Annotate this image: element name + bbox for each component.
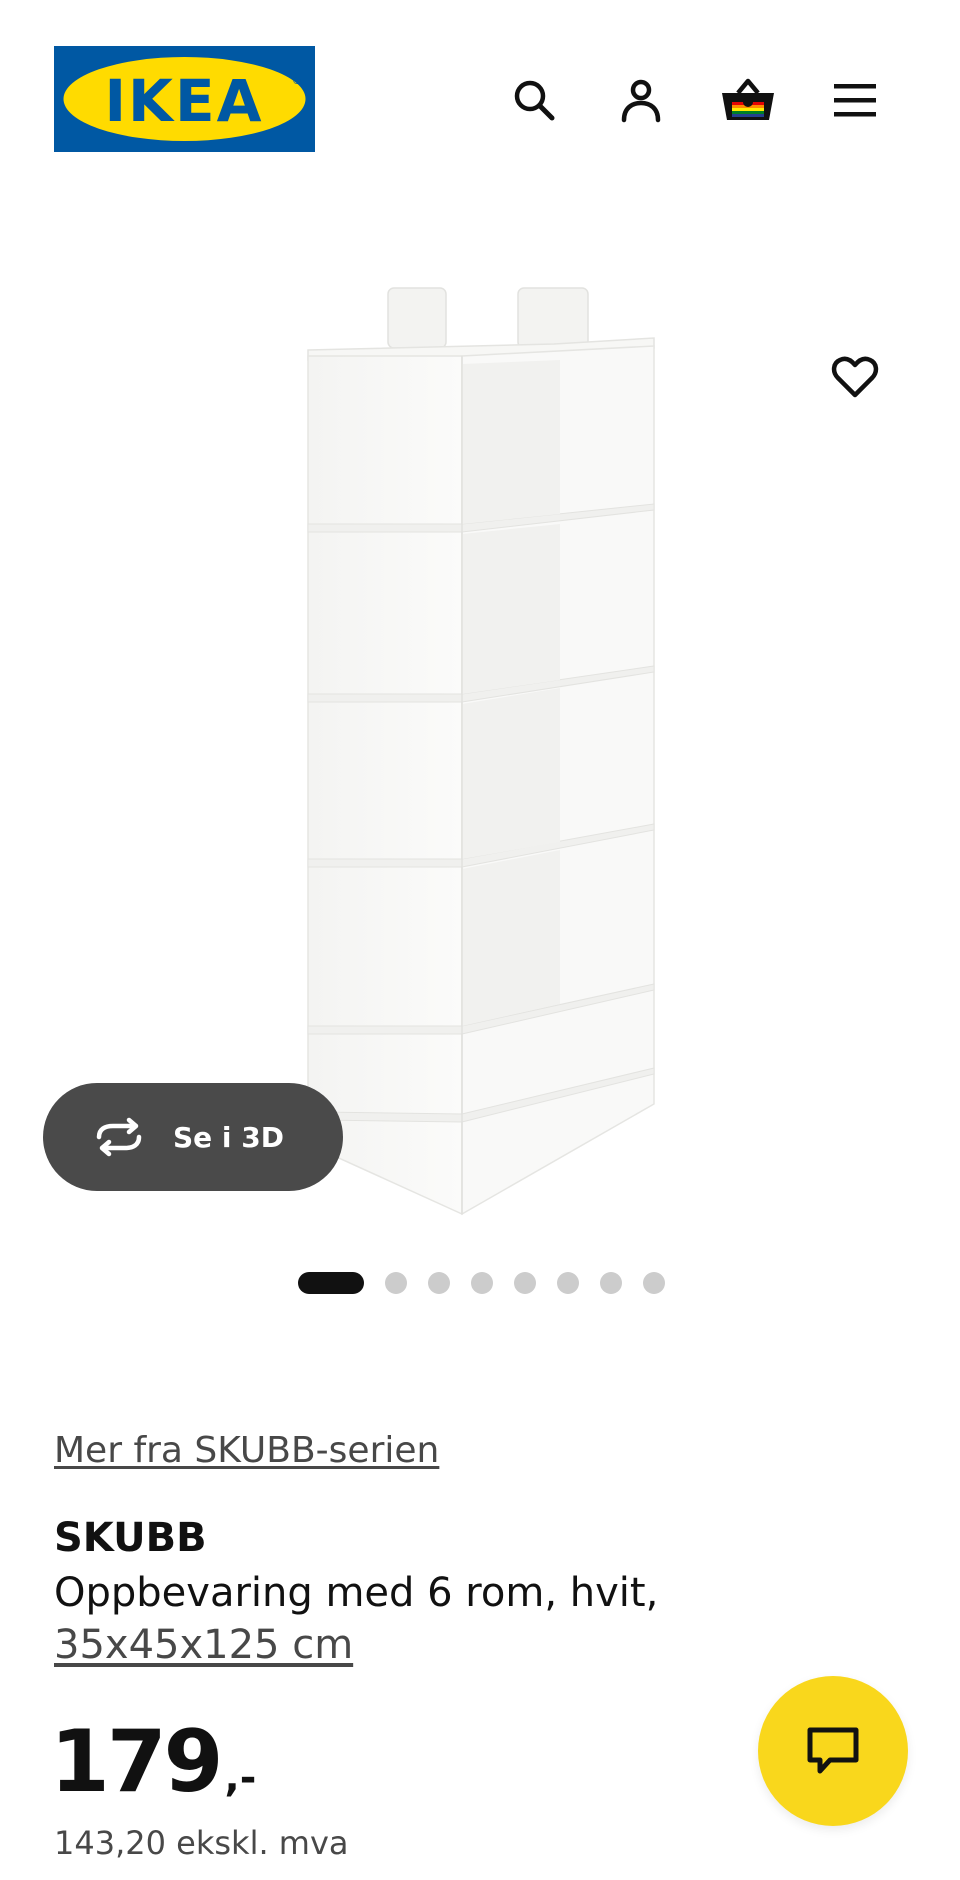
pagination-dot[interactable] [600, 1272, 622, 1294]
price: 179 ,- [50, 1712, 256, 1812]
view-3d-button[interactable]: Se i 3D [43, 1083, 343, 1191]
product-description: Oppbevaring med 6 rom, hvit, [54, 1570, 659, 1616]
shopping-bag-button[interactable] [718, 70, 778, 130]
chat-button[interactable] [758, 1676, 908, 1826]
search-button[interactable] [504, 70, 564, 130]
ikea-logo[interactable]: IKEA ® [54, 46, 315, 152]
chat-bubble-icon [807, 1727, 859, 1774]
pagination-dot[interactable] [557, 1272, 579, 1294]
shopping-bag-icon [722, 78, 774, 120]
price-integer: 179 [50, 1712, 224, 1812]
image-pagination [298, 1272, 665, 1294]
pagination-dot-active[interactable] [298, 1272, 364, 1294]
product-name: SKUBB [54, 1515, 207, 1561]
rotate-icon [96, 1117, 142, 1157]
product-gallery: Se i 3D [0, 200, 960, 1320]
header: IKEA ® [0, 0, 960, 200]
heart-icon [831, 356, 879, 398]
product-image[interactable] [290, 284, 690, 1219]
menu-button[interactable] [825, 70, 885, 130]
pagination-dot[interactable] [428, 1272, 450, 1294]
view-3d-label: Se i 3D [173, 1120, 284, 1154]
favorite-button[interactable] [825, 347, 885, 407]
profile-button[interactable] [611, 70, 671, 130]
pagination-dot[interactable] [643, 1272, 665, 1294]
svg-text:®: ® [292, 76, 302, 87]
pagination-dot[interactable] [385, 1272, 407, 1294]
series-link[interactable]: Mer fra SKUBB-serien [54, 1430, 439, 1471]
hamburger-menu-icon [834, 84, 876, 117]
svg-text:IKEA: IKEA [104, 67, 263, 135]
pagination-dot[interactable] [471, 1272, 493, 1294]
search-icon [514, 80, 555, 121]
price-suffix: ,- [224, 1755, 257, 1801]
profile-icon [621, 79, 661, 123]
product-size-link[interactable]: 35x45x125 cm [54, 1622, 353, 1668]
price-excl-vat: 143,20 ekskl. mva [54, 1824, 349, 1862]
pagination-dot[interactable] [514, 1272, 536, 1294]
